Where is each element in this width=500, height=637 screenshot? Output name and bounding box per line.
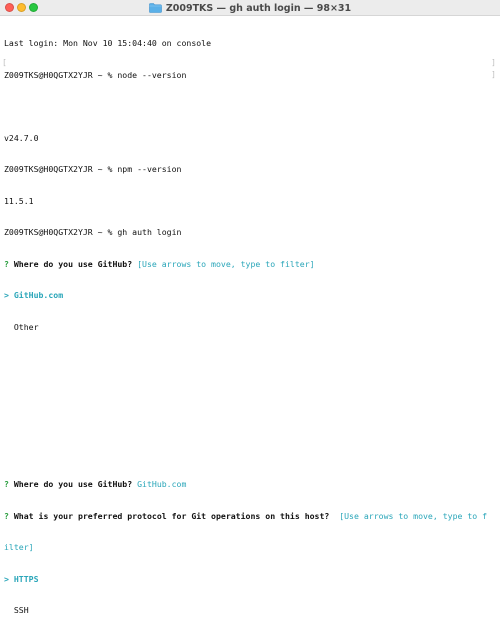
option-line[interactable]: Other — [4, 322, 500, 333]
terminal-window: Z009TKS — gh auth login — 98×31 Last log… — [0, 0, 500, 615]
option-other[interactable]: Other — [4, 322, 39, 332]
command-text: node --version — [117, 69, 187, 80]
answer-text: GitHub.com — [132, 479, 187, 489]
question-hint-wrap-line: ilter] — [4, 542, 500, 553]
question-2-line: ? What is your preferred protocol for Gi… — [4, 511, 500, 522]
question-text: What is your preferred protocol for Git … — [8, 510, 330, 521]
option-line-selected[interactable]: > GitHub.com — [4, 290, 500, 301]
question-hint: [Use arrows to move, type to f — [329, 510, 488, 521]
folder-icon — [149, 3, 162, 13]
mark-bracket-icon: [ — [2, 58, 7, 67]
answer-1-line: ? Where do you use GitHub? GitHub.com — [4, 479, 500, 490]
window-title: Z009TKS — gh auth login — 98×31 — [165, 2, 352, 14]
command-line-3: Z009TKS@H0QGTX2YJR ~ % gh auth login — [4, 227, 500, 238]
command-output: 11.5.1 — [4, 195, 34, 206]
output-line-1: v24.7.0 — [4, 133, 500, 144]
question-text: Where do you use GitHub? — [8, 479, 133, 489]
option-line[interactable]: SSH — [4, 605, 500, 616]
title-bar: Z009TKS — gh auth login — 98×31 — [0, 0, 500, 16]
last-login-line: Last login: Mon Nov 10 15:04:40 on conso… — [4, 38, 500, 49]
mark-bracket-icon: ] — [491, 70, 496, 79]
window-title-area: Z009TKS — gh auth login — 98×31 — [0, 0, 500, 16]
question-hint-wrap: ilter] — [4, 542, 34, 552]
option-line-selected[interactable]: > HTTPS — [4, 574, 500, 585]
shell-prompt: Z009TKS@H0QGTX2YJR ~ % — [4, 69, 118, 80]
last-login-text: Last login: Mon Nov 10 15:04:40 on conso… — [4, 38, 212, 48]
option-ssh[interactable]: SSH — [4, 605, 29, 615]
command-output: v24.7.0 — [4, 132, 39, 143]
option-selected[interactable]: HTTPS — [14, 574, 39, 584]
shell-prompt: Z009TKS@H0QGTX2YJR ~ % — [4, 227, 118, 237]
selection-cursor: > — [4, 290, 14, 300]
command-line-1: Z009TKS@H0QGTX2YJR ~ % node --version — [4, 70, 500, 81]
terminal-output[interactable]: Last login: Mon Nov 10 15:04:40 on conso… — [4, 17, 500, 615]
selection-cursor: > — [4, 573, 14, 584]
option-selected[interactable]: GitHub.com — [14, 290, 63, 300]
question-text: Where do you use GitHub? — [8, 258, 133, 269]
output-line-2: 11.5.1 — [4, 196, 500, 207]
question-hint: [Use arrows to move, type to filter] — [132, 258, 315, 269]
question-1-line: ? Where do you use GitHub? [Use arrows t… — [4, 259, 500, 270]
shell-prompt: Z009TKS@H0QGTX2YJR ~ % — [4, 164, 118, 174]
command-text: npm --version — [117, 164, 182, 174]
mark-bracket-icon: ] — [491, 58, 496, 67]
command-text: gh auth login — [117, 227, 182, 237]
command-line-2: Z009TKS@H0QGTX2YJR ~ % npm --version — [4, 164, 500, 175]
